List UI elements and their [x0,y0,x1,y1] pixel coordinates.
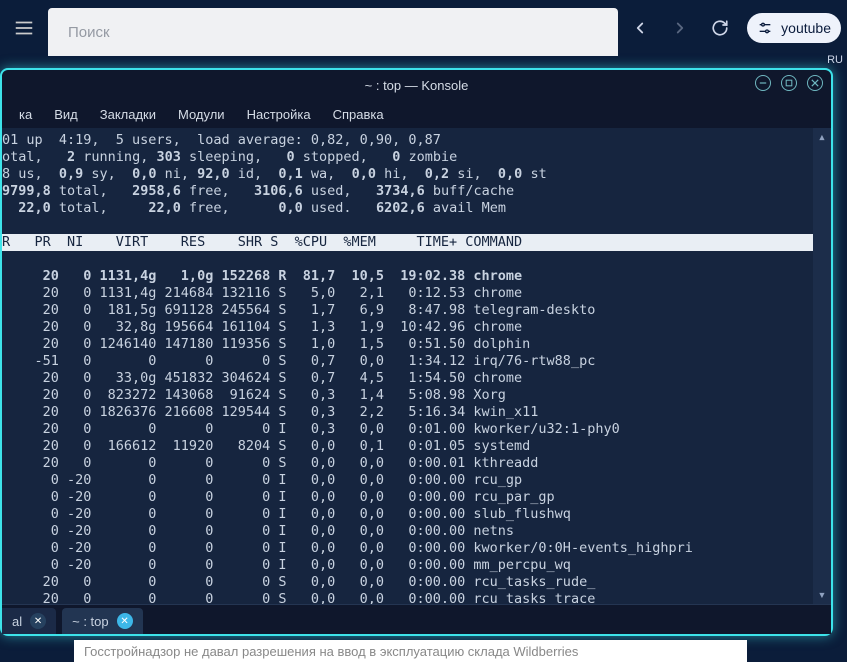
scrollbar[interactable]: ▴ ▾ [813,128,831,604]
forward-button[interactable] [667,15,693,41]
search-input[interactable]: Поиск [48,8,618,56]
menu-settings[interactable]: Настройка [236,103,322,126]
browser-nav-controls: youtube [621,0,847,56]
konsole-window: ~ : top — Konsole ка Вид Закладки Модули… [0,68,833,636]
terminal-tab-1[interactable]: al ✕ [2,608,56,634]
tab-label: al [12,614,22,629]
search-placeholder: Поиск [68,24,110,41]
menu-bookmarks[interactable]: Закладки [89,103,167,126]
maximize-button[interactable] [781,75,797,91]
window-titlebar[interactable]: ~ : top — Konsole [2,70,831,100]
menu-bar: ка Вид Закладки Модули Настройка Справка [2,100,831,128]
terminal-text: 01 up 4:19, 5 users, load average: 0,82,… [2,132,823,604]
close-button[interactable] [807,75,823,91]
news-text: Госстройнадзор не давал разрешения на вв… [84,644,578,659]
youtube-chip[interactable]: youtube [747,13,841,43]
terminal-tab-2[interactable]: ~ : top ✕ [62,608,143,634]
settings-sliders-icon [757,20,773,36]
scroll-down-arrow[interactable]: ▾ [813,586,831,604]
menu-plugins[interactable]: Модули [167,103,236,126]
youtube-label: youtube [781,20,831,36]
news-snippet[interactable]: Госстройнадзор не давал разрешения на вв… [74,640,747,662]
tab-close-icon[interactable]: ✕ [117,613,133,629]
menu-edit-partial[interactable]: ка [8,103,43,126]
language-indicator[interactable]: RU [827,54,843,66]
scroll-up-arrow[interactable]: ▴ [813,128,831,146]
refresh-button[interactable] [707,15,733,41]
tab-label: ~ : top [72,614,109,629]
menu-help[interactable]: Справка [322,103,395,126]
hamburger-button[interactable] [0,0,48,56]
back-button[interactable] [627,15,653,41]
browser-top-bar: Поиск youtube [0,0,847,56]
terminal-tab-strip: al ✕ ~ : top ✕ [2,604,831,634]
window-title: ~ : top — Konsole [365,78,469,93]
menu-view[interactable]: Вид [43,103,89,126]
tab-close-icon[interactable]: ✕ [30,613,46,629]
terminal-viewport[interactable]: 01 up 4:19, 5 users, load average: 0,82,… [2,128,831,604]
minimize-button[interactable] [755,75,771,91]
window-controls [755,75,823,91]
